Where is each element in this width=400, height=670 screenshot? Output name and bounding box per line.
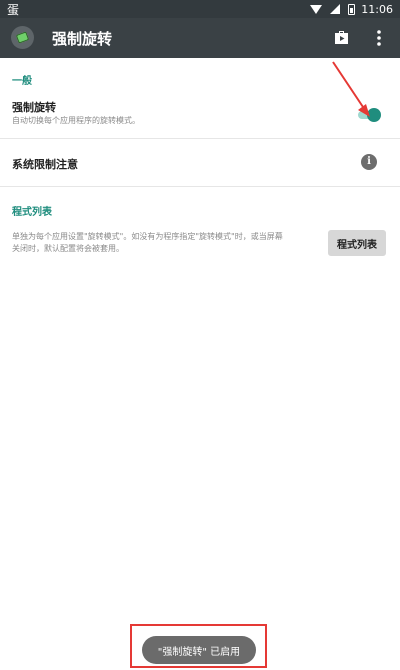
divider [0, 138, 400, 139]
force-rotation-toggle[interactable] [356, 107, 382, 123]
app-list-button[interactable]: 程式列表 [328, 230, 386, 256]
screen: 蛋 11:06 强制旋转 一般 强制旋转 自动切换每个应用程序的旋转模式。 系统… [0, 0, 400, 670]
app-list-section-header: 程式列表 [12, 207, 52, 218]
app-list-summary-line1: 单独为每个应用设置"旋转模式"。如没有为程序指定"旋转模式"时，或当屏幕 [12, 232, 283, 241]
app-list-summary-line2: 关闭时，默认配置将会被套用。 [12, 244, 124, 253]
system-limits-title: 系统限制注意 [12, 158, 78, 171]
general-section-header: 一般 [12, 76, 32, 87]
info-icon[interactable]: i [361, 154, 377, 170]
play-store-icon[interactable] [333, 29, 350, 46]
status-time: 11:06 [361, 2, 393, 16]
force-rotation-title: 强制旋转 [12, 101, 56, 114]
notification-icon: 蛋 [7, 3, 20, 17]
app-logo-icon [11, 26, 34, 49]
wifi-icon [310, 4, 323, 14]
signal-icon [330, 4, 341, 14]
force-rotation-summary: 自动切换每个应用程序的旋转模式。 [12, 116, 140, 125]
toggle-thumb [367, 108, 381, 122]
more-vert-icon[interactable] [370, 27, 388, 49]
toast-message: "强制旋转" 已启用 [142, 636, 256, 664]
divider [0, 186, 400, 187]
app-bar: 强制旋转 [0, 18, 400, 58]
annotation-arrow [332, 61, 370, 117]
status-bar: 蛋 11:06 [0, 0, 400, 18]
battery-icon [348, 3, 356, 15]
app-title: 强制旋转 [52, 30, 113, 48]
status-icons: 11:06 [310, 0, 393, 18]
